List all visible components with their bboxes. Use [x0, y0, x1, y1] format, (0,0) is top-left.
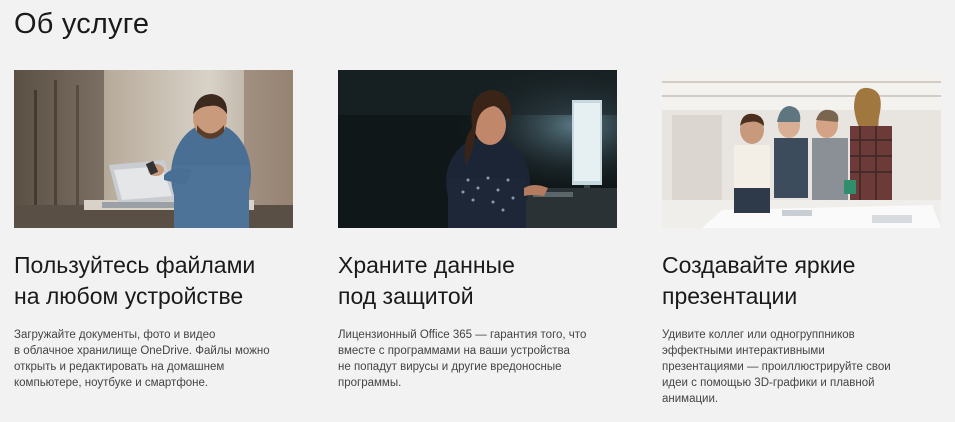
photo-man-with-phone	[14, 70, 293, 228]
card-heading: Храните данные под защитой	[338, 252, 515, 309]
photo-woman-at-computer	[338, 70, 617, 228]
service-card-onedrive: Пользуйтесь файлами на любом устройстве …	[14, 70, 294, 391]
photo-team-at-table	[662, 70, 941, 228]
service-card-presentations: Создавайте яркие презентации Удивите кол…	[662, 70, 942, 407]
card-description: Удивите коллег или одногруппников эффект…	[662, 329, 891, 405]
card-heading: Пользуйтесь файлами на любом устройстве	[14, 252, 256, 309]
card-description: Лицензионный Office 365 — гарантия того,…	[338, 329, 587, 389]
card-heading: Создавайте яркие презентации	[662, 252, 856, 309]
service-card-security: Храните данные под защитой Лицензионный …	[338, 70, 618, 391]
card-description: Загружайте документы, фото и видео в обл…	[14, 329, 270, 389]
section-title: Об услуге	[14, 8, 150, 40]
